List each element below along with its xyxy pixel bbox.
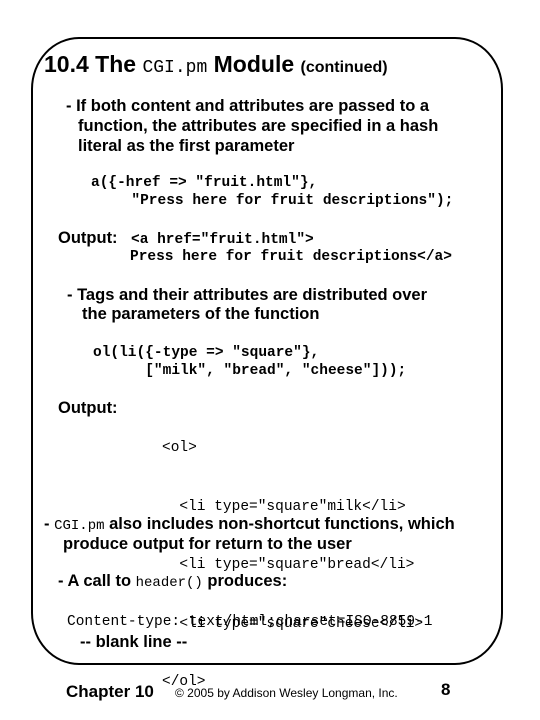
output-2-code: <ol> <li type="square"milk</li> <li type… bbox=[162, 400, 423, 712]
output-1-line-1: <a href="fruit.html"> bbox=[131, 232, 314, 248]
title-suffix: Module bbox=[207, 51, 301, 77]
footer-chapter: Chapter 10 bbox=[66, 682, 154, 701]
title-code: CGI.pm bbox=[142, 58, 208, 78]
output-2-line: <ol> bbox=[162, 440, 197, 456]
code-1-line-2: "Press here for fruit descriptions"); bbox=[114, 193, 454, 209]
blank-line-note: -- blank line -- bbox=[80, 633, 188, 651]
slide-title: 10.4 The CGI.pm Module (continued) bbox=[44, 50, 388, 82]
code-1-line-1: a({-href => "fruit.html"}, bbox=[91, 175, 318, 191]
bullet-1-line-1: - If both content and attributes are pas… bbox=[66, 97, 430, 115]
output-2-label: Output: bbox=[58, 399, 118, 417]
output-1-line-2: Press here for fruit descriptions</a> bbox=[130, 249, 452, 265]
footer-copyright: © 2005 by Addison Wesley Longman, Inc. bbox=[175, 686, 398, 700]
bullet-3-dash: - bbox=[44, 515, 55, 533]
bullet-3-line-1: - CGI.pm also includes non-shortcut func… bbox=[44, 515, 455, 536]
output-1-label: Output: bbox=[58, 229, 118, 247]
bullet-3-line-2: produce output for return to the user bbox=[63, 535, 352, 553]
page-number: 8 bbox=[441, 680, 451, 699]
title-note: (continued) bbox=[300, 59, 388, 76]
bullet-1-line-3: literal as the first parameter bbox=[78, 137, 295, 155]
bullet-4: - A call to header() produces: bbox=[58, 572, 287, 593]
header-output-line: Content-type: text/html;charset=ISO-8859… bbox=[67, 614, 433, 630]
bullet-4-suffix: produces: bbox=[202, 572, 288, 590]
code-2-line-1: ol(li({-type => "square"}, bbox=[93, 345, 320, 361]
bullet-2-line-2: the parameters of the function bbox=[82, 305, 320, 323]
bullet-3-code: CGI.pm bbox=[54, 518, 105, 534]
bullet-3-text: also includes non-shortcut functions, wh… bbox=[104, 515, 455, 533]
bullet-1-line-2: function, the attributes are specified i… bbox=[78, 117, 439, 135]
bullet-2-line-1: - Tags and their attributes are distribu… bbox=[67, 286, 428, 304]
code-2-line-2: ["milk", "bread", "cheese"])); bbox=[93, 363, 407, 379]
bullet-4-prefix: - A call to bbox=[58, 572, 136, 590]
bullet-4-code: header() bbox=[135, 575, 203, 591]
title-prefix: 10.4 The bbox=[44, 51, 143, 77]
